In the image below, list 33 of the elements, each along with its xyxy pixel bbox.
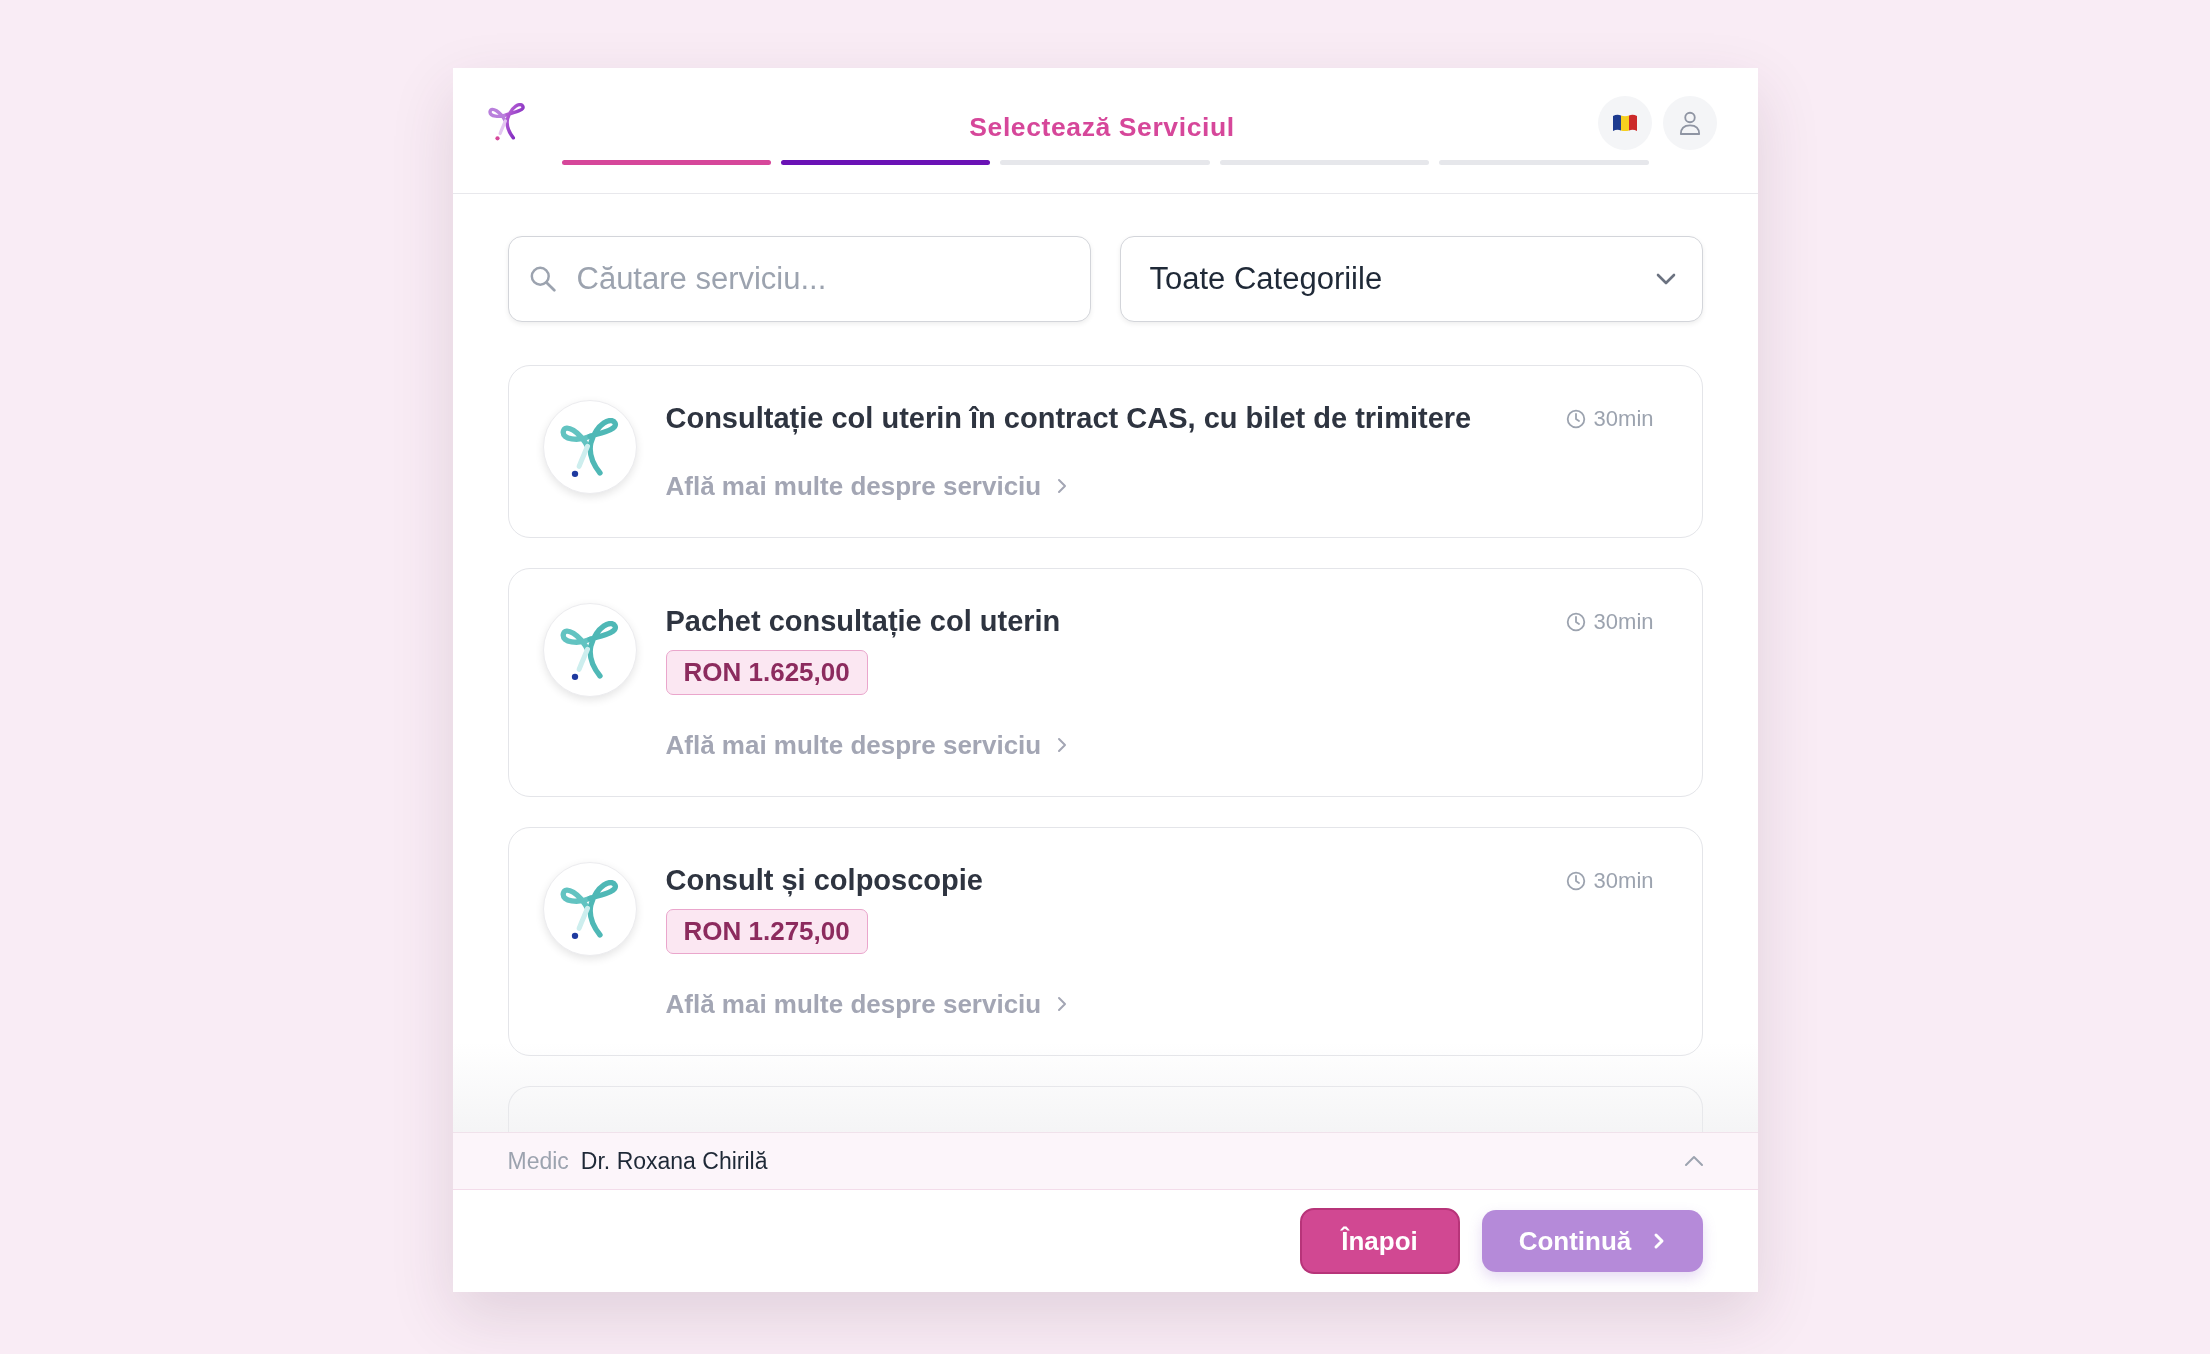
clock-icon <box>1565 612 1586 632</box>
duration-label: 30min <box>1593 868 1654 894</box>
chevron-right-icon <box>1057 478 1068 494</box>
doctor-name: Dr. Roxana Chirilă <box>580 1147 768 1175</box>
doctor-label: Medic <box>507 1147 569 1175</box>
page-title: Selectează Serviciul <box>969 112 1235 143</box>
details-link[interactable]: Află mai multe despre serviciu <box>665 989 1068 1019</box>
price-tag: RON 1.275,00 <box>665 909 868 954</box>
duration-label: 30min <box>1593 406 1654 432</box>
service-title: Pachet consultație col uterin <box>665 604 1061 639</box>
ribbon-logo <box>487 102 526 141</box>
details-link[interactable]: Află mai multe despre serviciu <box>665 730 1068 760</box>
service-card[interactable]: Consultație col uterin în contract CAS, cu bilet de trimitere Află mai multe despre serviciu 30min <box>507 365 1703 538</box>
search-field[interactable]: Căutare serviciu... <box>507 236 1091 322</box>
chevron-right-icon <box>1057 996 1068 1012</box>
duration-label: 30min <box>1593 609 1654 635</box>
price-tag: RON 1.625,00 <box>665 650 868 695</box>
chevron-right-icon <box>1057 737 1068 753</box>
service-card[interactable]: Consult și colposcopie RON 1.275,00 Află mai multe despre serviciu 30min <box>507 827 1703 1056</box>
flag-icon <box>1612 114 1637 131</box>
service-title: Consult și colposcopie <box>665 863 983 898</box>
back-button[interactable]: Înapoi <box>1299 1208 1460 1274</box>
service-title: Consultație col uterin în contract CAS, cu bilet de trimitere <box>665 401 1472 436</box>
chevron-down-icon <box>1655 273 1676 285</box>
clock-icon <box>1565 871 1586 891</box>
search-icon <box>528 265 556 292</box>
clock-icon <box>1565 409 1586 429</box>
details-link[interactable]: Află mai multe despre serviciu <box>665 471 1068 501</box>
chevron-up-icon <box>1683 1155 1704 1167</box>
category-select[interactable]: Toate Categoriile <box>1119 236 1703 322</box>
user-icon <box>1678 110 1701 135</box>
chevron-right-icon <box>1653 1232 1666 1250</box>
service-card[interactable]: Pachet consultație col uterin RON 1.625,00 Află mai multe despre serviciu 30min <box>507 568 1703 797</box>
